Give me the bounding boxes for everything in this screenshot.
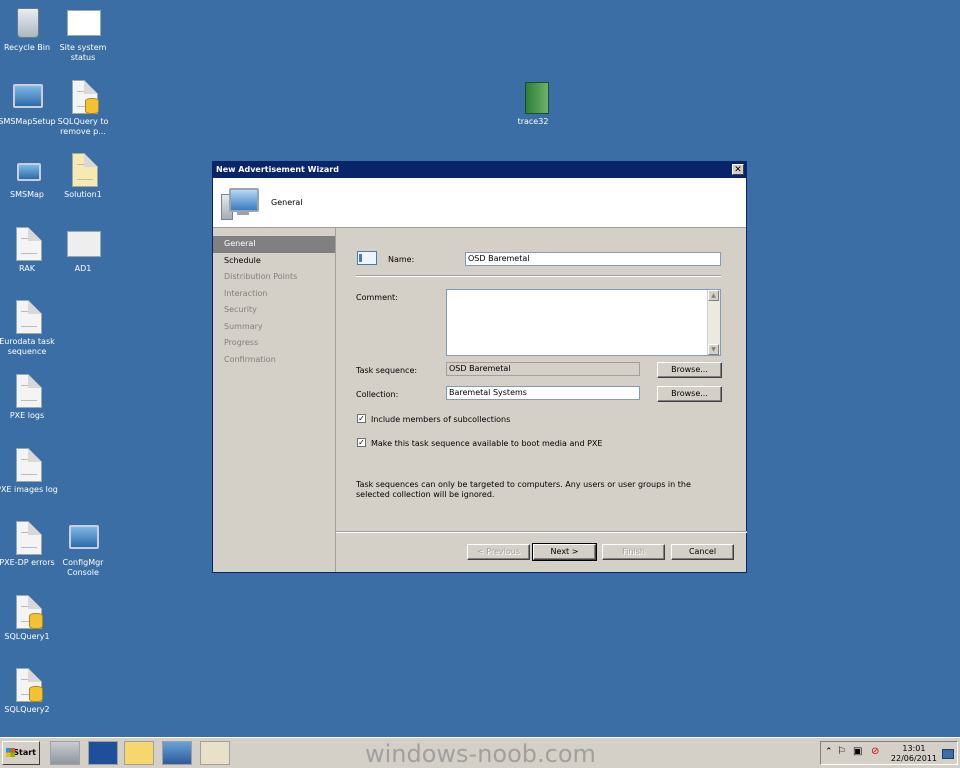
scroll-down-icon[interactable]: ▼ (708, 344, 719, 355)
comment-scrollbar[interactable]: ▲ ▼ (707, 290, 720, 355)
network-tray-icon[interactable]: ▣ (853, 746, 862, 757)
solution-file-icon (67, 153, 99, 187)
nav-item-progress: Progress (224, 338, 259, 347)
separator (356, 275, 721, 277)
header-title: General (271, 198, 303, 207)
desktop-icon-label: trace32 (517, 117, 549, 126)
recycle-bin-icon (11, 6, 43, 40)
desktop-icon-sqlquery-remove[interactable]: SQLQuery to remove p... (50, 80, 116, 137)
desktop-icon-label: SQLQuery to remove p... (57, 117, 109, 136)
xml-file-icon (11, 300, 43, 334)
explorer-folder-icon[interactable] (124, 741, 154, 765)
previous-button: < Previous (467, 544, 530, 560)
desktop-icon-sqlquery1[interactable]: SQLQuery1 (0, 595, 60, 642)
text-file-icon (11, 227, 43, 261)
window-icon (67, 6, 101, 40)
boot-media-checkbox[interactable]: ✓ (357, 438, 366, 447)
desktop-icon-label: PXE images log (0, 485, 58, 494)
text-file-icon (11, 374, 43, 408)
boot-media-label[interactable]: Make this task sequence available to boo… (371, 439, 602, 448)
task-sequence-field: OSD Baremetal (446, 362, 640, 376)
collection-field[interactable]: Baremetal Systems (446, 386, 640, 400)
console-icon (67, 521, 99, 555)
trace32-icon (517, 80, 549, 114)
clock-time: 13:01 (902, 744, 926, 753)
nav-item-distribution-points: Distribution Points (224, 272, 298, 281)
paint-icon[interactable] (200, 741, 230, 765)
collection-label: Collection: (356, 390, 399, 399)
nav-item-summary: Summary (224, 321, 263, 331)
clock-date: 22/06/2011 (890, 754, 937, 763)
advertisement-icon (357, 251, 377, 265)
desktop-icon-configmgr-console[interactable]: ConfigMgr Console (50, 521, 116, 578)
desktop-icon-label: PXE logs (9, 411, 45, 420)
text-file-icon (11, 448, 43, 482)
close-button[interactable]: ✕ (732, 164, 744, 175)
nav-item-security: Security (224, 305, 257, 314)
network-icon (11, 153, 43, 187)
wizard-nav: General Schedule Distribution Points Int… (213, 228, 336, 572)
task-sequence-browse-button[interactable]: Browse... (657, 362, 722, 378)
desktop-icon-label: Solution1 (64, 190, 102, 199)
clock[interactable]: 13:01 22/06/2011 (891, 744, 937, 764)
wizard-header: General (213, 178, 746, 228)
desktop-icon-ad1[interactable]: AD1 (50, 227, 116, 274)
comment-label: Comment: (356, 293, 398, 302)
notification-area: ⌃ ⚐ ▣ ⊘ 13:01 22/06/2011 (820, 741, 958, 765)
watermark: windows-noob.com (365, 740, 596, 768)
include-subcollections-label[interactable]: Include members of subcollections (371, 415, 510, 424)
nav-item-confirmation: Confirmation (224, 354, 276, 364)
show-desktop-icon[interactable] (942, 749, 954, 759)
nav-item-schedule[interactable]: Schedule (213, 253, 335, 270)
volume-muted-icon[interactable]: ⊘ (871, 746, 879, 757)
windows-logo-icon (6, 748, 15, 757)
show-hidden-icons-icon[interactable]: ⌃ (825, 747, 833, 757)
comment-textarea[interactable]: ▲ ▼ (446, 289, 721, 356)
desktop-icon-pxe-images-log[interactable]: PXE images log (0, 448, 60, 495)
sql-file-icon (67, 80, 99, 114)
desktop-icon-sqlquery2[interactable]: SQLQuery2 (0, 668, 60, 715)
desktop-icon-pxe-logs[interactable]: PXE logs (0, 374, 60, 421)
desktop-icon-label: Site system status (59, 43, 107, 62)
info-note: Task sequences can only be targeted to c… (356, 480, 691, 499)
new-advertisement-wizard: New Advertisement Wizard ✕ General Gener… (212, 161, 747, 573)
desktop-icon-label: Eurodata task sequence (0, 337, 55, 356)
desktop-icon-label: SQLQuery2 (4, 705, 50, 714)
configmgr-console-icon[interactable] (162, 741, 192, 765)
finish-button: Finish (602, 544, 665, 560)
start-button[interactable]: Start (2, 741, 40, 765)
action-center-flag-icon[interactable]: ⚐ (837, 746, 846, 757)
name-input[interactable]: OSD Baremetal (465, 252, 721, 266)
next-button[interactable]: Next > (532, 543, 597, 561)
desktop-icon-label: ConfigMgr Console (62, 558, 104, 577)
setup-icon (11, 80, 43, 114)
nav-item-general[interactable]: General (213, 236, 335, 253)
desktop-icon-solution1[interactable]: Solution1 (50, 153, 116, 200)
include-subcollections-checkbox[interactable]: ✓ (357, 414, 366, 423)
general-page: Name: OSD Baremetal Comment: ▲ ▼ Task se… (336, 228, 747, 572)
window-title: New Advertisement Wizard (216, 165, 339, 174)
task-sequence-label: Task sequence: (356, 366, 418, 375)
scroll-up-icon[interactable]: ▲ (708, 290, 719, 301)
desktop-icon-eurodata-task-sequence[interactable]: Eurodata task sequence (0, 300, 60, 357)
sql-file-icon (11, 595, 43, 629)
text-file-icon (11, 521, 43, 555)
sql-file-icon (11, 668, 43, 702)
powershell-icon[interactable] (88, 741, 118, 765)
window-icon (67, 227, 101, 261)
computer-icon (221, 186, 259, 220)
desktop-icon-trace32[interactable]: trace32 (500, 80, 566, 127)
button-separator (336, 531, 747, 533)
server-manager-icon[interactable] (50, 741, 80, 765)
start-label: Start (13, 748, 36, 757)
desktop-icon-label: AD1 (74, 264, 92, 273)
cancel-button[interactable]: Cancel (671, 544, 734, 560)
collection-browse-button[interactable]: Browse... (657, 386, 722, 402)
desktop-icon-label: SQLQuery1 (4, 632, 50, 641)
name-label: Name: (388, 255, 415, 264)
desktop-icon-site-system-status[interactable]: Site system status (50, 6, 116, 63)
title-bar[interactable]: New Advertisement Wizard ✕ (213, 162, 746, 178)
nav-item-interaction: Interaction (224, 288, 268, 298)
